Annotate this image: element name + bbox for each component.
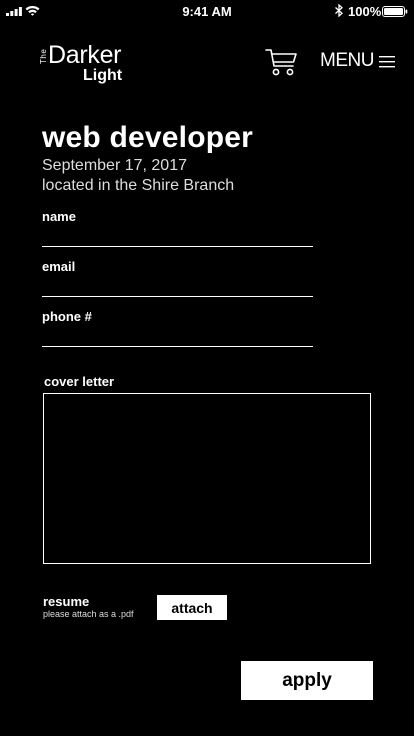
cover-letter-label: cover letter: [44, 374, 115, 389]
job-date: September 17, 2017: [42, 157, 187, 174]
apply-button[interactable]: apply: [241, 661, 373, 700]
menu-button[interactable]: MENU: [320, 50, 395, 72]
cart-icon[interactable]: [265, 48, 297, 76]
resume-label: resume: [43, 594, 90, 609]
email-input[interactable]: [42, 274, 313, 297]
resume-hint: please attach as a .pdf: [43, 609, 134, 619]
menu-label: MENU: [320, 50, 374, 71]
logo-the-text: The: [39, 48, 48, 64]
logo-darker-text: Darker: [48, 41, 122, 69]
phone-input[interactable]: [42, 324, 313, 347]
job-location: located in the Shire Branch: [42, 177, 235, 194]
email-label: email: [42, 259, 76, 274]
battery-percent: 100%: [348, 4, 382, 19]
hamburger-icon: [378, 55, 395, 67]
attach-button[interactable]: attach: [157, 595, 227, 620]
name-input[interactable]: [42, 224, 313, 247]
name-label: name: [42, 209, 76, 224]
brand-logo[interactable]: The Darker Light: [37, 40, 137, 88]
cover-letter-textarea[interactable]: [43, 393, 371, 564]
logo-light-text: Light: [83, 67, 123, 84]
status-bar: 9:41 AM 100%: [0, 0, 414, 22]
phone-label: phone #: [42, 309, 92, 324]
battery-icon: [382, 6, 408, 17]
bluetooth-icon: [335, 4, 343, 17]
job-title: web developer: [42, 121, 254, 154]
